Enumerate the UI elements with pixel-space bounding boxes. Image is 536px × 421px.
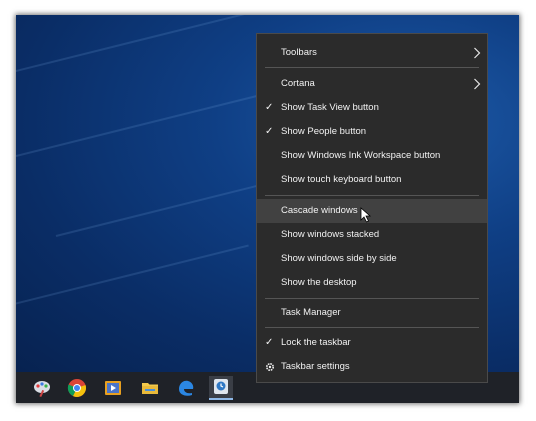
taskbar-app-media-player[interactable] <box>101 376 125 400</box>
menu-item-show-the-desktop[interactable]: Show the desktop <box>257 271 487 295</box>
menu-item-show-windows-ink-workspace-button[interactable]: Show Windows Ink Workspace button <box>257 144 487 168</box>
menu-item-lock-the-taskbar[interactable]: ✓ Lock the taskbar <box>257 331 487 355</box>
taskbar-app-paint[interactable] <box>30 376 54 400</box>
menu-separator <box>265 298 479 299</box>
snipping-app-icon <box>214 379 228 394</box>
chevron-right-icon <box>474 78 481 90</box>
menu-item-show-windows-side-by-side[interactable]: Show windows side by side <box>257 247 487 271</box>
menu-item-taskbar-settings[interactable]: Taskbar settings <box>257 355 487 379</box>
chevron-right-icon <box>474 47 481 59</box>
menu-item-label: Show Task View button <box>281 102 379 113</box>
checkmark-icon: ✓ <box>265 102 274 113</box>
menu-item-show-people-button[interactable]: ✓ Show People button <box>257 120 487 144</box>
chrome-icon <box>67 379 86 397</box>
menu-item-label: Taskbar settings <box>281 361 350 372</box>
file-explorer-icon <box>142 383 158 394</box>
menu-item-label: Toolbars <box>281 47 317 58</box>
wallpaper-streak <box>55 181 270 237</box>
wallpaper-streak <box>16 15 288 77</box>
menu-item-show-task-view-button[interactable]: ✓ Show Task View button <box>257 96 487 120</box>
wallpaper-streak <box>16 92 269 157</box>
wallpaper-streak <box>16 244 249 307</box>
taskbar-context-menu: Toolbars Cortana ✓ Show Task View button… <box>256 33 488 383</box>
paint-icon <box>34 381 50 398</box>
menu-item-cortana[interactable]: Cortana <box>257 72 487 96</box>
checkmark-icon: ✓ <box>265 337 274 348</box>
menu-separator <box>265 327 479 328</box>
menu-item-label: Show Windows Ink Workspace button <box>281 150 441 161</box>
media-player-icon <box>105 381 121 395</box>
menu-separator <box>265 67 479 68</box>
menu-item-cascade-windows[interactable]: Cascade windows <box>257 199 487 223</box>
menu-item-show-touch-keyboard-button[interactable]: Show touch keyboard button <box>257 168 487 192</box>
mouse-pointer-icon <box>360 207 372 223</box>
menu-item-label: Show the desktop <box>281 277 357 288</box>
menu-item-label: Show windows stacked <box>281 229 380 240</box>
menu-item-label: Show touch keyboard button <box>281 174 402 185</box>
taskbar-app-edge[interactable] <box>174 376 198 400</box>
menu-item-task-manager[interactable]: Task Manager <box>257 301 487 325</box>
menu-item-toolbars[interactable]: Toolbars <box>257 41 487 65</box>
menu-separator <box>265 195 479 196</box>
menu-item-show-windows-stacked[interactable]: Show windows stacked <box>257 223 487 247</box>
menu-item-label: Task Manager <box>281 307 341 318</box>
taskbar-app-active-window[interactable] <box>209 376 233 400</box>
menu-item-label: Show windows side by side <box>281 253 397 264</box>
taskbar-app-chrome[interactable] <box>65 376 89 400</box>
menu-item-label: Show People button <box>281 126 367 137</box>
menu-item-label: Lock the taskbar <box>281 337 351 348</box>
taskbar-app-file-explorer[interactable] <box>138 376 162 400</box>
menu-item-label: Cascade windows <box>281 205 358 216</box>
checkmark-icon: ✓ <box>265 126 274 137</box>
edge-icon <box>179 380 194 396</box>
menu-item-label: Cortana <box>281 78 315 89</box>
